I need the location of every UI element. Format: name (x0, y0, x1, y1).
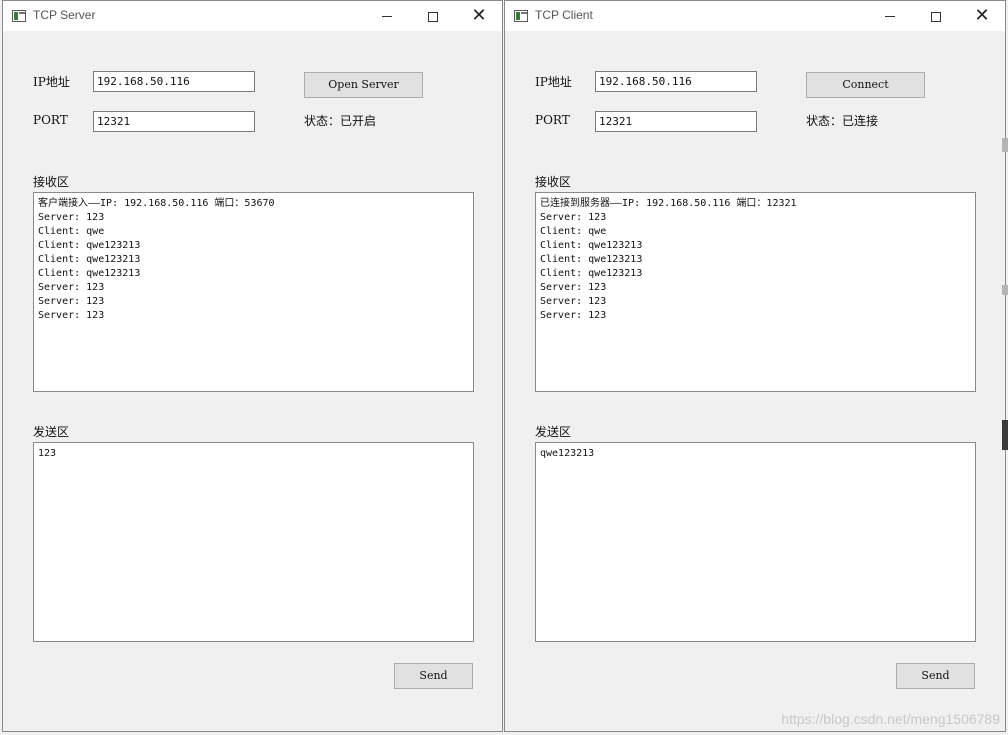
window-title: TCP Server (33, 8, 96, 22)
log-line: Client: qwe123213 (540, 268, 643, 279)
send-textarea[interactable]: qwe123213 (535, 442, 976, 642)
log-line: Client: qwe123213 (38, 254, 141, 265)
app-icon (514, 10, 528, 22)
client-titlebar[interactable]: TCP Client ✕ (505, 1, 1005, 31)
server-window: TCP Server ✕ IP地址 192.168.50.116 PORT 12… (2, 0, 503, 732)
log-line: Server: 123 (38, 212, 105, 223)
receive-textarea[interactable]: 已连接到服务器——IP: 192.168.50.116 端口：12321 Ser… (535, 192, 976, 392)
maximize-icon[interactable] (913, 1, 959, 31)
port-label: PORT (33, 113, 68, 127)
receive-area-label: 接收区 (33, 175, 70, 189)
watermark-text: https://blog.csdn.net/meng1506789 (781, 711, 1000, 727)
log-line: Client: qwe123213 (38, 240, 141, 251)
background-window-edge (1002, 285, 1008, 295)
port-input[interactable]: 12321 (595, 111, 757, 132)
port-label: PORT (535, 113, 570, 127)
log-line: Server: 123 (540, 282, 607, 293)
log-line: Client: qwe (540, 226, 607, 237)
log-line: Server: 123 (38, 282, 105, 293)
minimize-icon[interactable] (867, 1, 913, 31)
app-icon (12, 10, 26, 22)
send-textarea[interactable]: 123 (33, 442, 474, 642)
window-title: TCP Client (535, 8, 593, 22)
receive-textarea[interactable]: 客户端接入——IP: 192.168.50.116 端口：53670 Serve… (33, 192, 474, 392)
connect-button[interactable]: Connect (806, 72, 925, 98)
ip-label: IP地址 (33, 75, 70, 89)
status-text: 状态：已连接 (806, 114, 879, 128)
receive-area-label: 接收区 (535, 175, 572, 189)
ip-input[interactable]: 192.168.50.116 (93, 71, 255, 92)
ip-input[interactable]: 192.168.50.116 (595, 71, 757, 92)
send-area-label: 发送区 (535, 425, 572, 439)
close-icon[interactable]: ✕ (959, 1, 1005, 31)
log-line: Server: 123 (38, 296, 105, 307)
log-line: Client: qwe (38, 226, 105, 237)
log-line: 已连接到服务器——IP: 192.168.50.116 端口：12321 (540, 198, 797, 209)
send-button[interactable]: Send (394, 663, 473, 689)
maximize-icon[interactable] (410, 1, 456, 31)
client-window: TCP Client ✕ IP地址 192.168.50.116 PORT 12… (504, 0, 1006, 732)
server-titlebar[interactable]: TCP Server ✕ (3, 1, 502, 31)
ip-label: IP地址 (535, 75, 572, 89)
log-line: Server: 123 (540, 296, 607, 307)
log-line: Client: qwe123213 (540, 254, 643, 265)
background-window-edge (1002, 420, 1008, 450)
send-text: 123 (38, 448, 57, 459)
log-line: Server: 123 (540, 212, 607, 223)
log-line: Server: 123 (540, 310, 607, 321)
close-icon[interactable]: ✕ (456, 1, 502, 31)
send-text: qwe123213 (540, 448, 595, 459)
background-window-edge (1002, 138, 1008, 152)
minimize-icon[interactable] (364, 1, 410, 31)
log-line: 客户端接入——IP: 192.168.50.116 端口：53670 (38, 198, 275, 209)
port-input[interactable]: 12321 (93, 111, 255, 132)
open-server-button[interactable]: Open Server (304, 72, 423, 98)
log-line: Server: 123 (38, 310, 105, 321)
status-text: 状态：已开启 (304, 114, 377, 128)
log-line: Client: qwe123213 (38, 268, 141, 279)
send-area-label: 发送区 (33, 425, 70, 439)
log-line: Client: qwe123213 (540, 240, 643, 251)
send-button[interactable]: Send (896, 663, 975, 689)
